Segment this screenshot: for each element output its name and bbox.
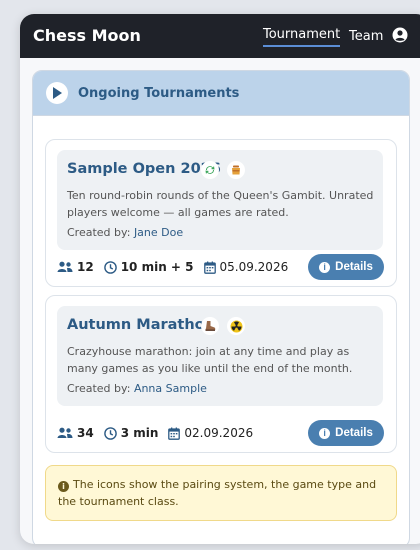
details-label: Details: [335, 427, 373, 439]
panel-title: Ongoing Tournaments: [78, 85, 240, 101]
note-text: The icons show the pairing system, the g…: [58, 478, 377, 508]
user-icon[interactable]: [392, 27, 408, 43]
panel-header: Ongoing Tournaments: [33, 71, 409, 116]
creator-line: Created by: Jane Doe: [67, 226, 183, 239]
details-label: Details: [335, 261, 373, 273]
creator-link[interactable]: Jane Doe: [134, 226, 183, 239]
details-button[interactable]: i Details: [308, 254, 384, 280]
radioactive-icon: [227, 317, 245, 335]
tournament-info: Autumn Marathon Crazyhouse marathon: joi…: [57, 306, 383, 406]
brand-logo[interactable]: Chess Moon: [33, 26, 141, 45]
tournament-card: Autumn Marathon Crazyhouse marathon: joi…: [45, 295, 397, 453]
tournament-meta: 12 10 min + 5 05.09.2026: [57, 260, 298, 274]
app-window: Chess Moon Tournament Team Ongoing Tourn…: [20, 14, 420, 544]
creator-line: Created by: Anna Sample: [67, 382, 207, 395]
details-button[interactable]: i Details: [308, 420, 384, 446]
created-by-label: Created by:: [67, 226, 131, 239]
time-control: 3 min: [120, 426, 159, 440]
players-icon: [57, 427, 73, 438]
nav-link-tournament[interactable]: Tournament: [263, 27, 341, 47]
tournament-description: Ten round-robin rounds of the Queen's Ga…: [67, 189, 374, 219]
tournament-info: Sample Open 2026 Ten round-robin rounds …: [57, 150, 383, 250]
recycle-icon: [201, 161, 219, 179]
player-count: 12: [77, 260, 94, 274]
time-control: 10 min + 5: [120, 260, 194, 274]
ongoing-tournaments-panel: Ongoing Tournaments Sample Open 2026 Ten…: [32, 70, 410, 544]
hiking-boot-icon: [201, 317, 219, 335]
tournament-name[interactable]: Sample Open 2026: [67, 161, 221, 177]
creator-link[interactable]: Anna Sample: [134, 382, 207, 395]
tournament-description: Crazyhouse marathon: join at any time an…: [67, 345, 353, 375]
info-icon: i: [319, 261, 331, 273]
play-icon: [46, 82, 68, 104]
created-by-label: Created by:: [67, 382, 131, 395]
clock-icon: [103, 260, 117, 274]
icon-legend-note: i The icons show the pairing system, the …: [45, 465, 397, 521]
clock-icon: [103, 426, 117, 440]
top-navbar: Chess Moon Tournament Team: [20, 14, 420, 58]
nav-link-team[interactable]: Team: [349, 29, 383, 44]
tournament-card: Sample Open 2026 Ten round-robin rounds …: [45, 139, 397, 287]
tournament-name[interactable]: Autumn Marathon: [67, 317, 215, 333]
info-icon: i: [319, 427, 331, 439]
calendar-icon: [168, 427, 181, 440]
honey-pot-icon: [227, 161, 245, 179]
tournament-date: 02.09.2026: [184, 426, 254, 440]
tournament-date: 05.09.2026: [219, 260, 289, 274]
players-icon: [57, 261, 73, 272]
calendar-icon: [203, 261, 216, 274]
tournament-meta: 34 3 min 02.09.2026: [57, 426, 263, 440]
info-icon: i: [58, 481, 69, 492]
player-count: 34: [77, 426, 94, 440]
